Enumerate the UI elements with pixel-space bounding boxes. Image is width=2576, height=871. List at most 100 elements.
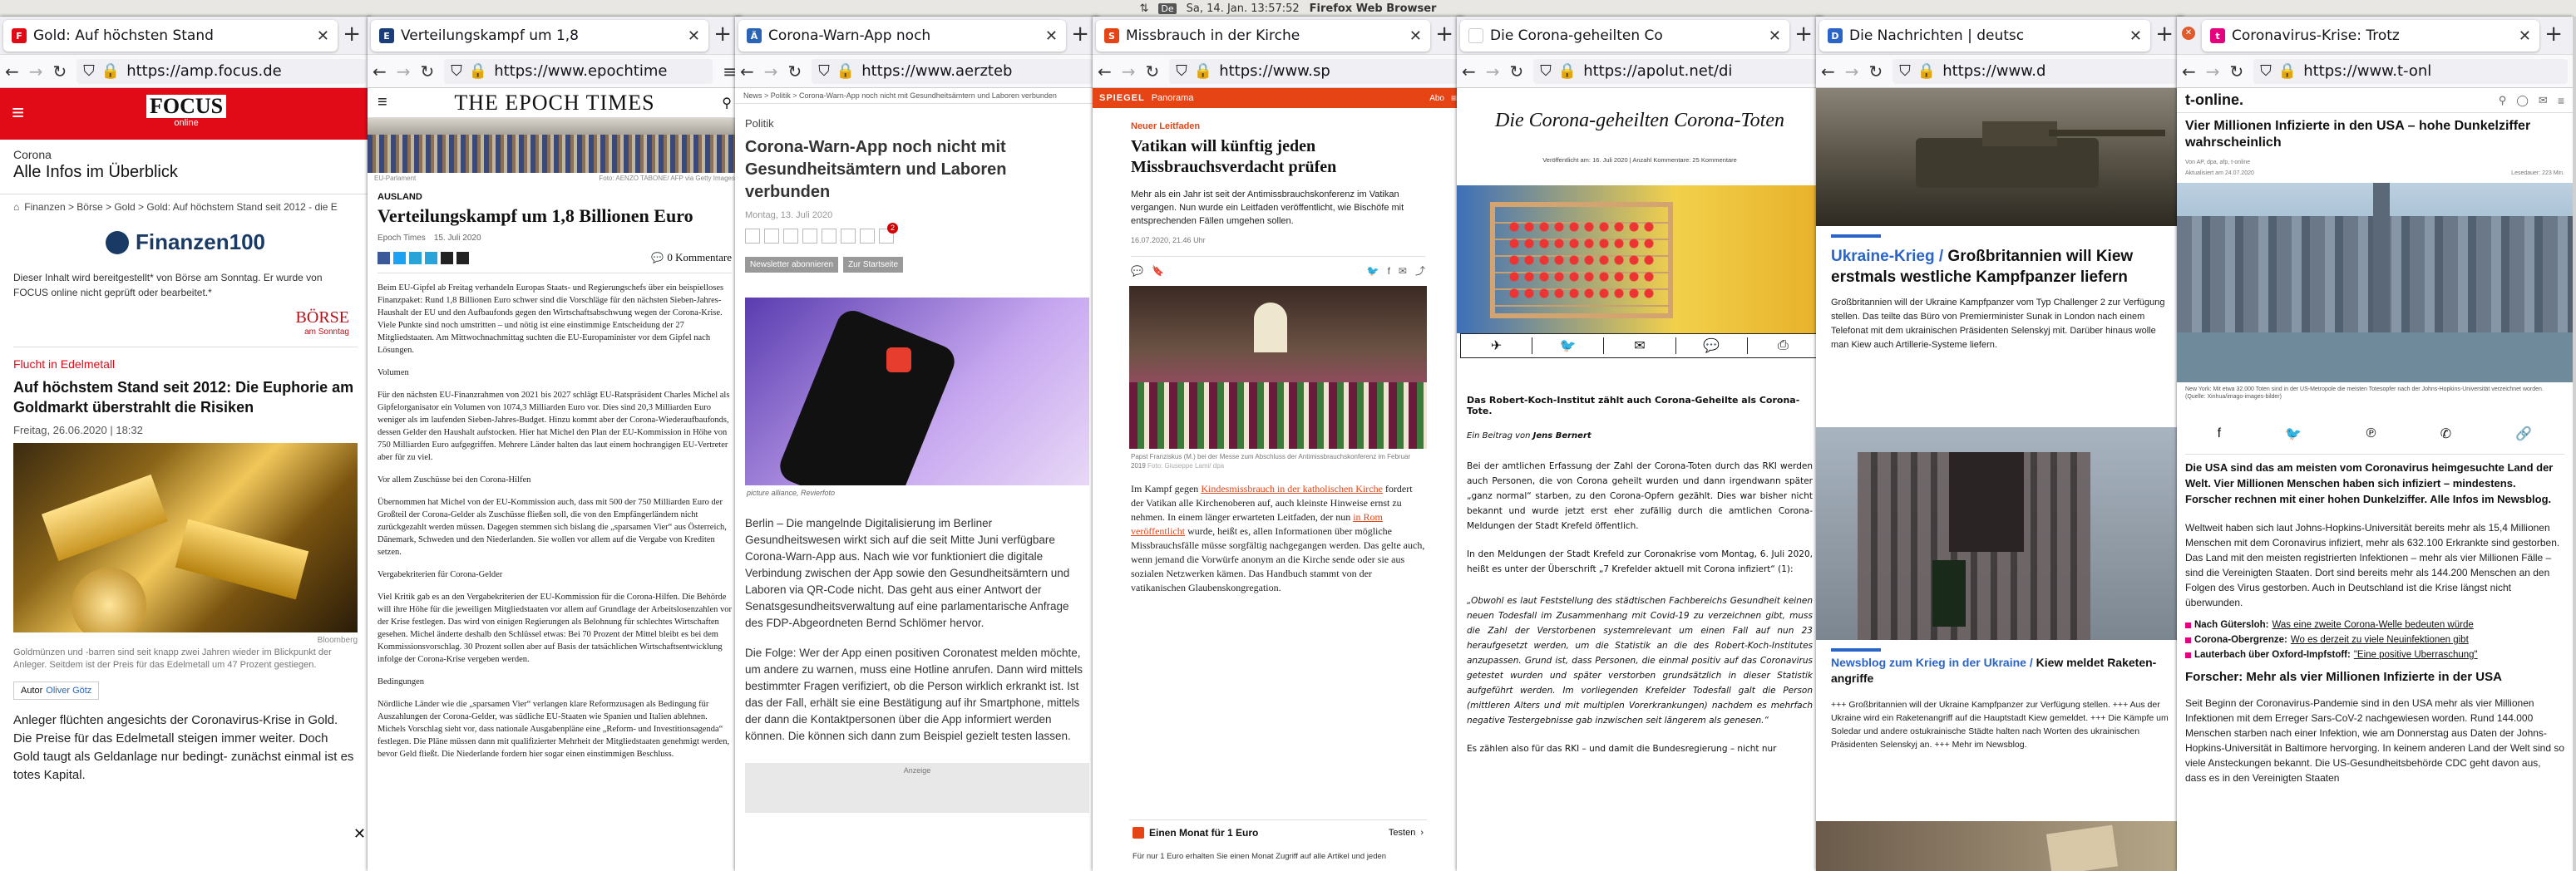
forward-icon[interactable]: → — [1122, 62, 1136, 81]
close-overlay-icon[interactable]: ✕ — [353, 825, 366, 843]
lock-icon[interactable]: 🔒 — [1917, 62, 1936, 80]
telegram-share-icon[interactable] — [409, 251, 422, 264]
comments-count[interactable]: 0 Kommentare — [667, 251, 732, 264]
comment-share-icon[interactable]: 💬 — [1676, 337, 1748, 354]
site-logo[interactable]: FOCUS — [146, 95, 227, 118]
related-link-item[interactable]: Nach Gütersloh: Was eine zweite Corona-We… — [2185, 620, 2564, 630]
lock-icon[interactable]: 🔒 — [2278, 62, 2297, 80]
reload-icon[interactable]: ↻ — [2230, 62, 2244, 81]
twitter-share-icon[interactable] — [764, 229, 779, 244]
linkedin-share-icon[interactable] — [802, 229, 817, 244]
lock-icon[interactable]: 🔒 — [836, 62, 855, 80]
share-icon[interactable]: ⤴ — [1415, 263, 1425, 278]
print-icon[interactable] — [456, 251, 469, 264]
hamburger-menu-icon[interactable]: ≡ — [1451, 92, 1457, 104]
close-window-icon[interactable]: ✕ — [2182, 27, 2195, 40]
section-label[interactable]: Corona — [13, 148, 358, 161]
hamburger-menu-icon[interactable]: ≡ — [2558, 94, 2564, 107]
pinterest-share-icon[interactable]: ℗ — [2366, 426, 2376, 441]
new-tab-icon[interactable]: + — [1435, 23, 1453, 45]
print-icon[interactable] — [860, 229, 875, 244]
comment-icon[interactable]: 2 — [879, 223, 898, 244]
home-button[interactable]: Zur Startseite — [843, 257, 904, 273]
reload-icon[interactable]: ↻ — [788, 62, 802, 81]
site-logo[interactable]: THE EPOCH TIMES — [387, 91, 723, 116]
lock-icon[interactable]: 🔒 — [1558, 62, 1577, 80]
link-text[interactable]: Was eine zweite Corona-Welle bedeuten wü… — [2272, 620, 2473, 630]
shield-icon[interactable]: ⛉ — [1899, 62, 1911, 80]
article-kicker[interactable]: Politik — [745, 117, 1089, 130]
browser-tab[interactable]: F Gold: Auf höchsten Stand ✕ — [3, 20, 338, 52]
related-link-item[interactable]: Corona-Obergrenze: Wo es derzeit zu viele… — [2185, 635, 2564, 645]
forward-icon[interactable]: → — [397, 62, 411, 81]
browser-tab[interactable]: t Coronavirus-Krise: Trotz ✕ — [2202, 20, 2539, 52]
close-tab-icon[interactable]: ✕ — [317, 27, 329, 45]
new-tab-icon[interactable]: + — [343, 23, 361, 45]
section-label[interactable]: Panorama — [1152, 93, 1194, 103]
facebook-share-icon[interactable]: f — [1388, 265, 1390, 277]
site-logo[interactable]: t-online. — [2185, 91, 2243, 109]
keyboard-layout-indicator[interactable]: De — [1158, 2, 1177, 14]
close-tab-icon[interactable]: ✕ — [2519, 27, 2531, 45]
browser-tab[interactable]: D Die Nachrichten | deutsc ✕ — [1819, 20, 2150, 52]
url-bar[interactable]: ⛉ 🔒 https://www.t-onl — [2253, 58, 2568, 84]
active-app-name[interactable]: Firefox Web Browser — [1310, 2, 1437, 15]
reload-icon[interactable]: ↻ — [1146, 62, 1160, 81]
back-icon[interactable]: ← — [5, 62, 19, 81]
back-icon[interactable]: ← — [373, 62, 387, 81]
back-icon[interactable]: ← — [740, 62, 754, 81]
close-tab-icon[interactable]: ✕ — [2129, 27, 2142, 45]
close-tab-icon[interactable]: ✕ — [1045, 27, 1058, 45]
new-tab-icon[interactable]: + — [1071, 23, 1089, 45]
link-text[interactable]: "Eine positive Überraschung" — [2354, 650, 2478, 660]
browser-tab[interactable]: S Missbrauch in der Kirche ✕ — [1096, 20, 1430, 52]
link-share-icon[interactable]: 🔗 — [2515, 426, 2532, 442]
article-byline[interactable]: Epoch Times — [378, 234, 426, 243]
hamburger-menu-icon[interactable]: ≡ — [12, 100, 24, 125]
input-method-icon[interactable]: ⇅ — [1140, 2, 1149, 15]
browser-tab[interactable]: Die Corona-geheilten Co ✕ — [1460, 20, 1789, 52]
forward-icon[interactable]: → — [1845, 62, 1859, 81]
url-bar[interactable]: ⛉ 🔒 https://www.d — [1893, 58, 2179, 84]
whatsapp-share-icon[interactable]: ✆ — [2440, 426, 2451, 442]
new-tab-icon[interactable]: + — [1794, 23, 1813, 45]
telegram-share-icon[interactable]: ✈ — [1461, 337, 1533, 354]
new-tab-icon[interactable]: + — [2155, 23, 2174, 45]
xing-share-icon[interactable] — [783, 229, 798, 244]
url-bar[interactable]: ⛉ 🔒 https://www.aerzteb — [812, 58, 1094, 84]
whatsapp-share-icon[interactable] — [822, 229, 836, 244]
back-icon[interactable]: ← — [1462, 62, 1476, 81]
twitter-share-icon[interactable]: 🐦 — [1532, 337, 1605, 354]
story-1-headline[interactable]: Ukraine-Krieg / Großbritannien will Kiew… — [1831, 246, 2169, 288]
shield-icon[interactable]: ⛉ — [451, 62, 462, 80]
close-tab-icon[interactable]: ✕ — [688, 27, 700, 45]
related-link-item[interactable]: Lauterbach über Oxford-Impfstoff: "Eine p… — [2185, 650, 2564, 660]
facebook-share-icon[interactable]: f — [2218, 426, 2221, 441]
author-link[interactable]: Oliver Götz — [46, 686, 91, 696]
newsletter-button[interactable]: Newsletter abonnieren — [745, 257, 839, 273]
partner-logo[interactable]: Finanzen100 — [0, 229, 371, 255]
reload-icon[interactable]: ↻ — [421, 62, 435, 81]
email-share-icon[interactable] — [441, 251, 453, 264]
search-icon[interactable]: ⚲ — [2499, 94, 2507, 107]
email-share-icon[interactable]: ✉ — [1399, 265, 1407, 277]
search-icon[interactable]: ⚲ — [722, 95, 732, 111]
email-share-icon[interactable]: ✉ — [1604, 337, 1676, 354]
url-bar[interactable]: ⛉ 🔒 https://www.sp — [1169, 58, 1458, 84]
back-icon[interactable]: ← — [1821, 62, 1835, 81]
url-bar[interactable]: ⛉ 🔒 https://amp.focus.de — [76, 58, 366, 84]
hamburger-menu-icon[interactable]: ≡ — [378, 93, 387, 112]
reload-icon[interactable]: ↻ — [53, 62, 67, 81]
home-icon[interactable]: ⌂ — [13, 201, 19, 213]
site-logo[interactable]: SPIEGEL — [1099, 93, 1145, 103]
reload-icon[interactable]: ↻ — [1510, 62, 1524, 81]
story-2-headline[interactable]: Newsblog zum Krieg in der Ukraine / Kiew… — [1831, 655, 2169, 686]
shield-icon[interactable]: ⛉ — [2260, 62, 2272, 80]
whatsapp-share-icon[interactable] — [425, 251, 437, 264]
forward-icon[interactable]: → — [1486, 62, 1500, 81]
browser-tab[interactable]: Ä Corona-Warn-App noch ✕ — [738, 20, 1066, 52]
back-icon[interactable]: ← — [2182, 62, 2196, 81]
inline-link[interactable]: Kindesmissbrauch in der katholischen Kir… — [1201, 483, 1383, 495]
close-tab-icon[interactable]: ✕ — [1409, 27, 1422, 45]
forward-icon[interactable]: → — [29, 62, 43, 81]
